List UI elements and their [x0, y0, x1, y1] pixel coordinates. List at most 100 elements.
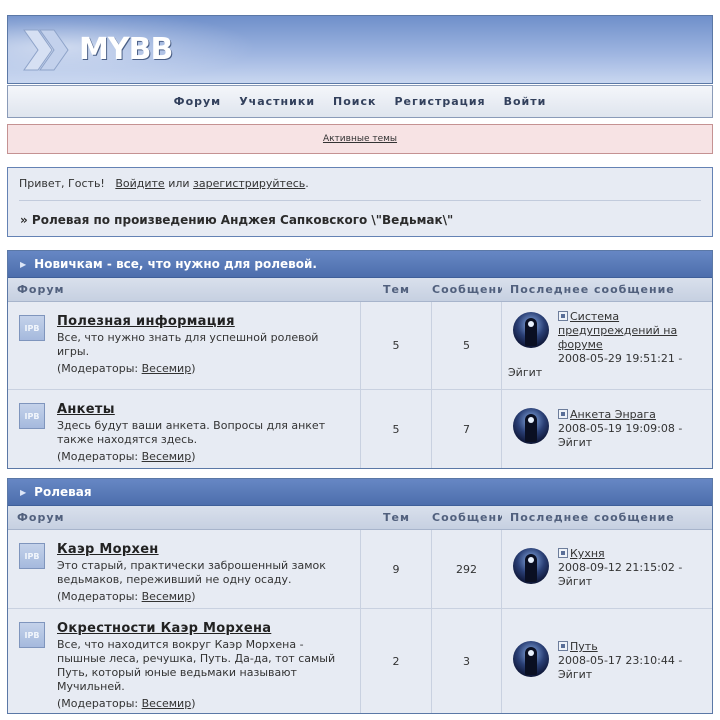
- category-roleplay: ▶ Ролевая Форум Тем Сообщений Последнее …: [7, 478, 713, 714]
- posts-count: 5: [432, 302, 502, 389]
- category-newcomers: ▶ Новичкам - все, что нужно для ролевой.…: [7, 250, 713, 469]
- moderators-label: (Модераторы:: [57, 590, 139, 603]
- forum-cell: IPB Анкеты Здесь будут ваши анкета. Вопр…: [8, 390, 361, 468]
- forum-description: Все, что находится вокруг Каэр Морхена -…: [57, 638, 336, 693]
- last-post-icon[interactable]: [558, 641, 568, 651]
- collapse-arrow-icon[interactable]: ▶: [20, 260, 26, 269]
- avatar[interactable]: [513, 641, 549, 677]
- last-post-cell: Путь 2008-05-17 23:10:44 - Эйгит: [502, 609, 712, 713]
- last-post-icon[interactable]: [558, 311, 568, 321]
- moderators-close: ): [191, 362, 196, 375]
- register-link[interactable]: зарегистрируйтесь: [193, 177, 305, 190]
- last-post-icon[interactable]: [558, 548, 568, 558]
- category-header: ▶ Новичкам - все, что нужно для ролевой.: [8, 251, 712, 278]
- avatar[interactable]: [513, 408, 549, 444]
- avatar-glow: [528, 650, 534, 656]
- category-title[interactable]: Новичкам - все, что нужно для ролевой.: [34, 257, 317, 271]
- col-topics: Тем: [383, 511, 410, 524]
- moderators-label: (Модераторы:: [57, 697, 139, 710]
- moderator-link[interactable]: Весемир: [142, 697, 192, 710]
- forum-moderators: (Модераторы: Весемир): [57, 450, 352, 463]
- forum-cell: IPB Окрестности Каэр Морхена Все, что на…: [8, 609, 361, 713]
- forum-row: IPB Анкеты Здесь будут ваши анкета. Вопр…: [8, 390, 712, 468]
- collapse-arrow-icon[interactable]: ▶: [20, 488, 26, 497]
- nav-forum[interactable]: Форум: [174, 95, 222, 108]
- col-forum: Форум: [17, 511, 65, 524]
- posts-count: 7: [432, 390, 502, 468]
- last-post-cell: Кухня 2008-09-12 21:15:02 - Эйгит: [502, 530, 712, 608]
- topics-count: 5: [361, 390, 432, 468]
- divider: [19, 200, 701, 201]
- moderator-link[interactable]: Весемир: [142, 450, 192, 463]
- last-post-date: 2008-05-29 19:51:21 -: [558, 352, 683, 365]
- forum-moderators: (Модераторы: Весемир): [57, 697, 352, 710]
- col-topics: Тем: [383, 283, 410, 296]
- moderators-label: (Модераторы:: [57, 362, 139, 375]
- moderator-link[interactable]: Весемир: [142, 362, 192, 375]
- forum-title-link[interactable]: Окрестности Каэр Морхена: [57, 621, 271, 636]
- greeting: Привет, Гость! Войдите или зарегистрируй…: [19, 177, 309, 190]
- forum-description: Все, что нужно знать для успешной ролево…: [57, 331, 319, 358]
- avatar[interactable]: [513, 548, 549, 584]
- active-topics-link[interactable]: Активные темы: [323, 134, 397, 144]
- welcome-box: Привет, Гость! Войдите или зарегистрируй…: [7, 167, 713, 237]
- last-post-link[interactable]: Анкета Энрага: [570, 408, 656, 421]
- last-post-info: Анкета Энрага 2008-05-19 19:09:08 - Эйги…: [558, 408, 706, 450]
- moderators-label: (Модераторы:: [57, 450, 139, 463]
- greeting-text: Привет, Гость!: [19, 177, 105, 190]
- forum-status-icon: IPB: [19, 403, 45, 429]
- last-post-icon[interactable]: [558, 409, 568, 419]
- category-header: ▶ Ролевая: [8, 479, 712, 506]
- col-posts: Сообщений: [432, 511, 502, 524]
- last-post-author: Эйгит: [558, 575, 593, 588]
- logo-chevron-icon: [23, 29, 69, 71]
- avatar[interactable]: [513, 312, 549, 348]
- moderators-close: ): [191, 590, 196, 603]
- last-post-info: Путь 2008-05-17 23:10:44 - Эйгит: [558, 640, 706, 682]
- forum-row: IPB Полезная информация Все, что нужно з…: [8, 302, 712, 390]
- avatar-glow: [528, 557, 534, 563]
- last-post-link[interactable]: Система предупреждений на форуме: [558, 310, 677, 351]
- forum-description: Это старый, практически заброшенный замо…: [57, 559, 326, 586]
- forum-title-link[interactable]: Анкеты: [57, 402, 115, 417]
- last-post-cell: Система предупреждений на форуме 2008-05…: [502, 302, 712, 389]
- forum-title-link[interactable]: Каэр Морхен: [57, 542, 159, 557]
- forum-title-link[interactable]: Полезная информация: [57, 314, 235, 329]
- posts-count: 292: [432, 530, 502, 608]
- nav-register[interactable]: Регистрация: [395, 95, 486, 108]
- last-post-link[interactable]: Путь: [570, 640, 598, 653]
- nav-members[interactable]: Участники: [239, 95, 315, 108]
- forum-moderators: (Модераторы: Весемир): [57, 362, 352, 375]
- logo-text[interactable]: MYBB: [79, 32, 173, 67]
- nav-search[interactable]: Поиск: [333, 95, 376, 108]
- category-title[interactable]: Ролевая: [34, 485, 91, 499]
- forum-status-icon: IPB: [19, 543, 45, 569]
- last-post-author: Эйгит: [508, 366, 543, 379]
- moderator-link[interactable]: Весемир: [142, 590, 192, 603]
- col-forum: Форум: [17, 283, 65, 296]
- last-post-date: 2008-05-17 23:10:44 -: [558, 654, 683, 667]
- last-post-author: Эйгит: [558, 436, 593, 449]
- topics-count: 5: [361, 302, 432, 389]
- board-title: » Ролевая по произведению Анджея Сапковс…: [20, 213, 454, 227]
- period-text: .: [305, 177, 309, 190]
- column-headers: Форум Тем Сообщений Последнее сообщение: [8, 506, 712, 530]
- last-post-link[interactable]: Кухня: [570, 547, 605, 560]
- moderators-close: ): [191, 450, 196, 463]
- last-post-date: 2008-05-19 19:09:08 -: [558, 422, 683, 435]
- column-headers: Форум Тем Сообщений Последнее сообщение: [8, 278, 712, 302]
- forum-description: Здесь будут ваши анкета. Вопросы для анк…: [57, 419, 326, 446]
- last-post-info: Кухня 2008-09-12 21:15:02 - Эйгит: [558, 547, 706, 589]
- last-post-date: 2008-09-12 21:15:02 -: [558, 561, 683, 574]
- forum-cell: IPB Каэр Морхен Это старый, практически …: [8, 530, 361, 608]
- main-nav: Форум Участники Поиск Регистрация Войти: [7, 85, 713, 118]
- last-post-cell: Анкета Энрага 2008-05-19 19:09:08 - Эйги…: [502, 390, 712, 468]
- login-link[interactable]: Войдите: [115, 177, 164, 190]
- avatar-glow: [528, 417, 534, 423]
- forum-moderators: (Модераторы: Весемир): [57, 590, 352, 603]
- posts-count: 3: [432, 609, 502, 713]
- forum-row: IPB Каэр Морхен Это старый, практически …: [8, 530, 712, 609]
- last-post-info: Система предупреждений на форуме 2008-05…: [558, 310, 706, 366]
- avatar-glow: [528, 321, 534, 327]
- nav-login[interactable]: Войти: [504, 95, 547, 108]
